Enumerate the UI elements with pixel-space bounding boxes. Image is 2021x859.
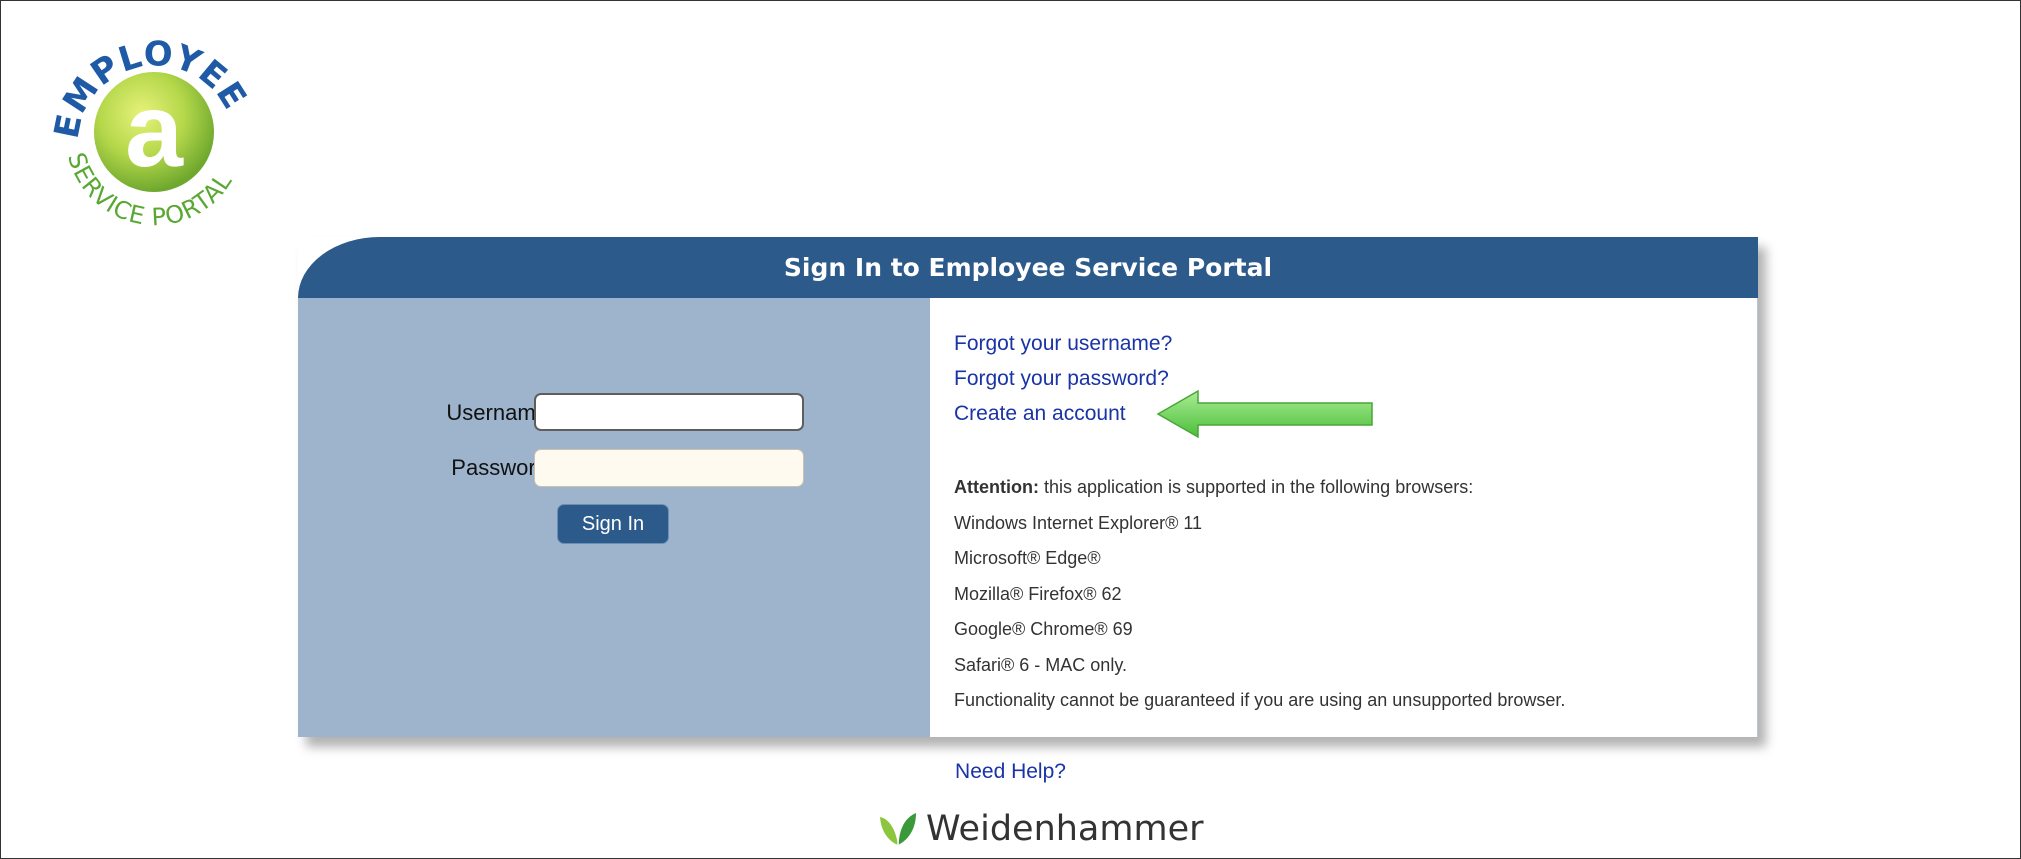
browser-item: Google® Chrome® 69 xyxy=(954,619,1133,639)
browser-item: Safari® 6 - MAC only. xyxy=(954,654,1127,675)
sign-in-button[interactable]: Sign In xyxy=(557,504,669,544)
employee-service-portal-logo: a EMPLOYEE SERVICE PORTAL xyxy=(48,24,260,236)
help-section: Need Help? xyxy=(0,760,2021,784)
unsupported-disclaimer: Functionality cannot be guaranteed if yo… xyxy=(954,690,1566,710)
password-input[interactable] xyxy=(534,449,804,487)
weidenhammer-leaf-icon xyxy=(880,813,916,846)
browser-support-notice: Attention: this application is supported… xyxy=(954,470,1565,719)
browser-item: Microsoft® Edge® xyxy=(954,548,1101,568)
account-links: Forgot your username? Forgot your passwo… xyxy=(954,326,1172,431)
info-panel: Forgot your username? Forgot your passwo… xyxy=(930,298,1758,737)
create-account-link[interactable]: Create an account xyxy=(954,396,1172,431)
attention-label: Attention: xyxy=(954,477,1039,497)
forgot-password-link[interactable]: Forgot your password? xyxy=(954,361,1172,396)
logo-icon: a EMPLOYEE SERVICE PORTAL xyxy=(48,34,253,231)
brand-name: Weidenhammer xyxy=(926,809,1204,849)
attention-line: Attention: this application is supported… xyxy=(954,470,1565,506)
sign-in-form-panel: Username: Password: Sign In xyxy=(298,298,930,737)
username-input[interactable] xyxy=(534,393,804,431)
need-help-link[interactable]: Need Help? xyxy=(955,760,1066,783)
browser-item: Windows Internet Explorer® 11 xyxy=(954,512,1203,533)
card-title: Sign In to Employee Service Portal xyxy=(298,237,1758,298)
logo-letter: a xyxy=(125,73,184,189)
weidenhammer-brand: Weidenhammer xyxy=(876,806,1204,852)
sign-in-card: Sign In to Employee Service Portal Usern… xyxy=(298,237,1758,737)
forgot-username-link[interactable]: Forgot your username? xyxy=(954,326,1172,361)
browser-item: Mozilla® Firefox® 62 xyxy=(954,583,1122,604)
green-left-arrow-icon xyxy=(1156,389,1376,439)
attention-text: this application is supported in the fol… xyxy=(1038,477,1474,497)
